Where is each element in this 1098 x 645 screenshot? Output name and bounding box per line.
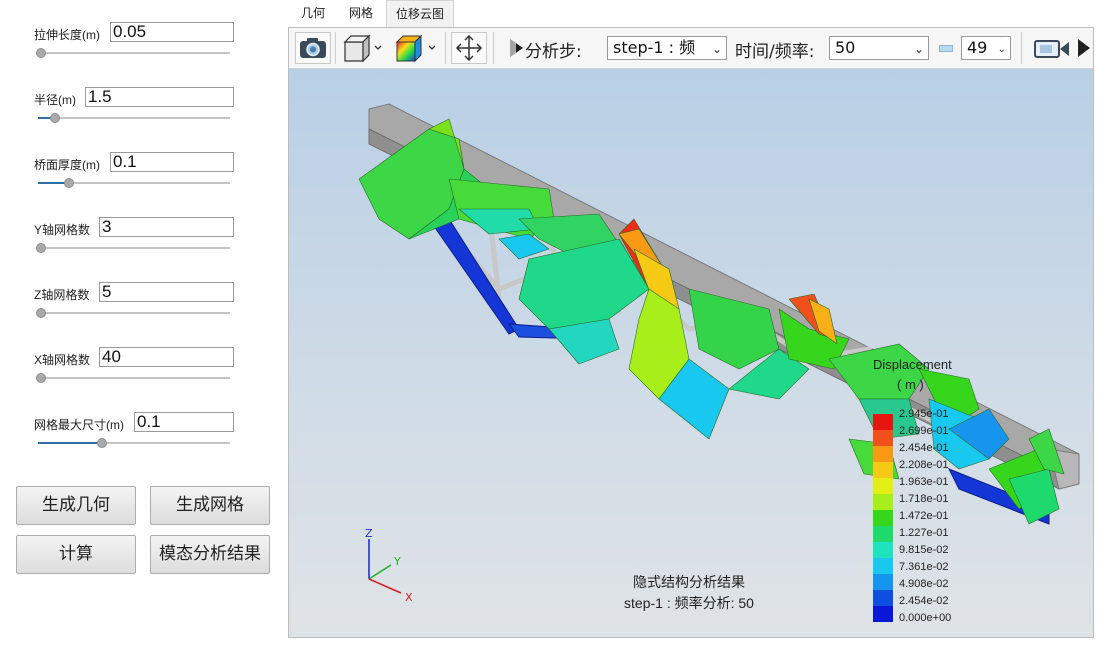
tab-displacement-contour[interactable]: 位移云图 xyxy=(386,0,454,27)
x-mesh-count-slider[interactable] xyxy=(36,373,230,383)
legend-color-swatch xyxy=(873,494,893,510)
y-mesh-count-input[interactable]: 3 xyxy=(99,217,234,237)
param-extrude-length: 拉伸长度(m) 0.05 xyxy=(34,22,234,68)
slider-thumb[interactable] xyxy=(64,178,74,188)
param-x-mesh-count: X轴网格数 40 xyxy=(34,347,234,393)
slider-thumb[interactable] xyxy=(50,113,60,123)
param-max-mesh-size: 网格最大尺寸(m) 0.1 xyxy=(34,412,234,458)
legend-color-swatch xyxy=(873,542,893,558)
param-z-mesh-count: Z轴网格数 5 xyxy=(34,282,234,328)
legend-tick: 0.000e+00 xyxy=(899,612,952,624)
param-label: 拉伸长度(m) xyxy=(34,28,100,42)
video-record-icon[interactable] xyxy=(1033,38,1071,60)
max-mesh-size-slider[interactable] xyxy=(38,438,230,448)
viewer-toolbar: 分析步: step-1 : 频 ⌄ 时间/频率: 50 ⌄ 49 ⌃ ⌄ xyxy=(289,28,1093,69)
x-mesh-count-input[interactable]: 40 xyxy=(99,347,234,367)
compute-button[interactable]: 计算 xyxy=(16,535,136,574)
tab-geometry[interactable]: 几何 xyxy=(290,0,336,27)
extrude-length-input[interactable]: 0.05 xyxy=(110,22,234,42)
time-frequency-select[interactable]: 50 ⌄ xyxy=(829,36,929,60)
chevron-down-icon: ⌄ xyxy=(913,42,924,56)
pan-button[interactable] xyxy=(451,32,487,64)
legend-tick: 1.227e-01 xyxy=(899,527,949,539)
cube-view-icon xyxy=(343,34,382,63)
extrude-length-slider[interactable] xyxy=(36,48,230,58)
param-radius: 半径(m) 1.5 xyxy=(34,87,234,133)
z-mesh-count-slider[interactable] xyxy=(36,308,230,318)
camera-icon xyxy=(300,38,326,58)
legend-tick: 2.945e-01 xyxy=(899,408,949,420)
result-caption-title: 隐式结构分析结果 xyxy=(633,574,745,590)
param-y-mesh-count: Y轴网格数 3 xyxy=(34,217,234,263)
deformed-bridge-model: Z Y X xyxy=(358,103,1080,604)
analysis-step-select[interactable]: step-1 : 频 ⌄ xyxy=(607,36,727,60)
legend-color-swatch xyxy=(873,414,893,430)
legend-color-swatch xyxy=(873,510,893,526)
play-icon[interactable] xyxy=(1077,38,1091,58)
y-mesh-count-slider[interactable] xyxy=(36,243,230,253)
play-icon[interactable] xyxy=(509,38,525,58)
legend-color-swatch xyxy=(873,526,893,542)
param-label: Z轴网格数 xyxy=(34,288,90,302)
legend-color-swatch xyxy=(873,446,893,462)
analysis-step-value: step-1 : 频 xyxy=(613,38,696,57)
slider-thumb[interactable] xyxy=(36,373,46,383)
colormap-icon xyxy=(395,34,436,63)
modal-results-button[interactable]: 模态分析结果 xyxy=(150,535,270,574)
legend-tick: 1.963e-01 xyxy=(899,476,949,488)
time-frequency-label: 时间/频率: xyxy=(735,42,815,62)
generate-geometry-button[interactable]: 生成几何 xyxy=(16,486,136,525)
3d-render-canvas[interactable]: Z Y X Displacement ( m ) 2.945e-01 2.699… xyxy=(289,69,1093,637)
legend-tick: 1.718e-01 xyxy=(899,493,949,505)
parameter-panel: 拉伸长度(m) 0.05 半径(m) 1.5 桥面厚度(m) 0.1 Y轴网格数… xyxy=(0,0,286,645)
pan-move-icon xyxy=(455,34,483,62)
param-label: Y轴网格数 xyxy=(34,223,91,237)
frame-value: 49 xyxy=(967,38,988,57)
param-label: 网格最大尺寸(m) xyxy=(34,418,124,432)
tab-mesh[interactable]: 网格 xyxy=(338,0,384,27)
param-label: 半径(m) xyxy=(34,93,76,107)
legend-tick: 2.699e-01 xyxy=(899,425,949,437)
step-label: 分析步: xyxy=(525,42,582,62)
radius-slider[interactable] xyxy=(38,113,230,123)
max-mesh-size-input[interactable]: 0.1 xyxy=(134,412,234,432)
param-label: X轴网格数 xyxy=(34,353,91,367)
screenshot-button[interactable] xyxy=(295,32,331,64)
deck-thickness-input[interactable]: 0.1 xyxy=(110,152,234,172)
result-caption-step: step-1 : 频率分析: 50 xyxy=(624,595,754,611)
slider-thumb[interactable] xyxy=(97,438,107,448)
param-label: 桥面厚度(m) xyxy=(34,158,100,172)
view-tabs: 几何 网格 位移云图 xyxy=(288,0,1094,27)
result-viewer: 分析步: step-1 : 频 ⌄ 时间/频率: 50 ⌄ 49 ⌃ ⌄ Z Y… xyxy=(288,27,1094,638)
frame-spinbox[interactable]: 49 ⌃ ⌄ xyxy=(961,36,1011,60)
time-frequency-value: 50 xyxy=(835,38,856,57)
legend-unit: ( m ) xyxy=(897,377,924,392)
colormap-dropdown[interactable] xyxy=(393,32,439,64)
slider-thumb[interactable] xyxy=(36,243,46,253)
legend-tick: 2.208e-01 xyxy=(899,459,949,471)
legend-color-swatch xyxy=(873,478,893,494)
z-mesh-count-input[interactable]: 5 xyxy=(99,282,234,302)
legend-color-swatch xyxy=(873,462,893,478)
param-deck-thickness: 桥面厚度(m) 0.1 xyxy=(34,152,234,198)
deck-thickness-slider[interactable] xyxy=(38,178,230,188)
y-axis-label: Y xyxy=(393,555,401,568)
legend-tick: 1.472e-01 xyxy=(899,510,949,522)
generate-mesh-button[interactable]: 生成网格 xyxy=(150,486,270,525)
spin-arrows-icon[interactable]: ⌃ ⌄ xyxy=(998,37,1006,55)
legend-color-swatch xyxy=(873,430,893,446)
slider-thumb[interactable] xyxy=(36,48,46,58)
legend-tick: 2.454e-01 xyxy=(899,442,949,454)
legend-tick: 9.815e-02 xyxy=(899,544,949,556)
slider-thumb[interactable] xyxy=(36,308,46,318)
frame-slider-handle[interactable] xyxy=(939,45,953,52)
legend-title: Displacement xyxy=(873,357,952,372)
radius-input[interactable]: 1.5 xyxy=(85,87,234,107)
z-axis-label: Z xyxy=(365,527,373,540)
chevron-down-icon: ⌄ xyxy=(711,42,722,56)
view-direction-dropdown[interactable] xyxy=(341,32,385,64)
